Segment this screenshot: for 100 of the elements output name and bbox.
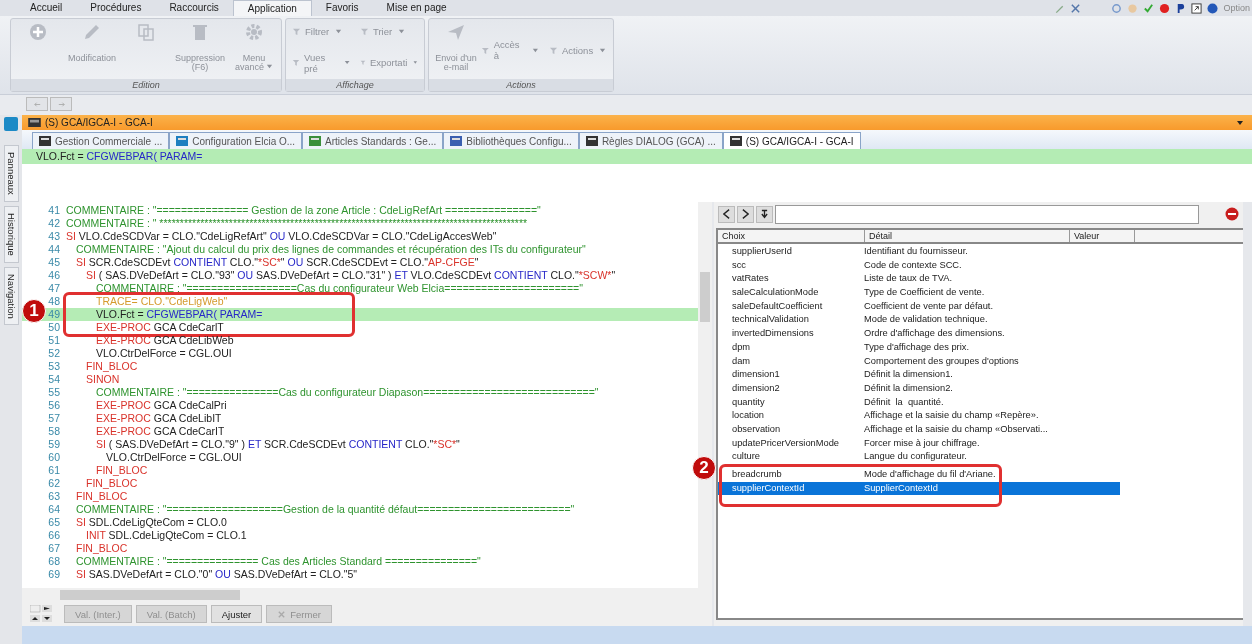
- detail-cell-text: Code de contexte SCC.: [863, 258, 963, 272]
- detail-cell-text: Forcer mise à jour chiffrage.: [863, 436, 981, 450]
- code-line: 47 COMMENTAIRE : "==================Cas du configurateur Web Elcia======================": [47, 282, 584, 295]
- down-arrow-icon: [761, 209, 768, 219]
- search-field[interactable]: [775, 204, 1199, 224]
- caret-icon: [599, 46, 607, 54]
- scrollbar[interactable]: [698, 202, 712, 588]
- choice-row[interactable]: observation Affichage et la saisie du champ «Observati...: [718, 422, 1120, 437]
- document-tab[interactable]: Configuration Elcia O...: [169, 132, 303, 149]
- code-line: 48 TRACE= CLO."CdeLigWeb": [47, 295, 229, 308]
- window-icon: [176, 136, 189, 146]
- window-icon: [450, 136, 463, 146]
- detail-cell-text: Affichage et la saisie du champ «Observati...: [863, 422, 1049, 436]
- ribbon-tab[interactable]: Accueil: [16, 0, 77, 16]
- code-line: 55 COMMENTAIRE : "===============Cas du configurateur Diapason============================": [47, 386, 600, 399]
- detail-cell-text: Mode d'affichage du fil d'Ariane.: [863, 468, 997, 481]
- code-line: 68 COMMENTAIRE : "=============== Cas des Articles Standard ===============": [47, 555, 482, 568]
- window-icon: [585, 136, 598, 146]
- filter-icon: [292, 58, 301, 68]
- choice-row[interactable]: breadcrumb Mode d'affichage du fil d'Ariane.: [718, 468, 1120, 482]
- choice-row[interactable]: supplierContextId SupplierContextId: [718, 481, 1120, 496]
- choice-cell-text: dimension2: [731, 381, 781, 395]
- code-line: 63 FIN_BLOC: [47, 490, 129, 503]
- dropdown-icon[interactable]: [1236, 118, 1244, 127]
- choice-row[interactable]: dam Comportement des groupes d'options: [718, 354, 1120, 369]
- choice-row[interactable]: saleDefaultCoefficient Coefficient de vente par défaut.: [718, 299, 1120, 314]
- choice-row[interactable]: scc Code de contexte SCC.: [718, 258, 1120, 273]
- detail-cell-text: Mode de validation technique.: [863, 313, 989, 327]
- document-tab[interactable]: (S) GCA/IGCA-I - GCA-I: [722, 132, 861, 149]
- side-tab[interactable]: Navigation: [3, 266, 19, 326]
- export-icon[interactable]: [1191, 2, 1203, 14]
- caret-icon: [532, 46, 539, 54]
- column-header[interactable]: Détail: [865, 230, 1070, 242]
- record-icon[interactable]: [1159, 2, 1171, 14]
- step-badge: 1: [22, 299, 46, 323]
- document-tab[interactable]: Gestion Commerciale ...: [32, 132, 170, 149]
- choice-row[interactable]: quantity Définit la quantité.: [718, 395, 1120, 410]
- detail-cell-text: Définit la dimension2.: [863, 381, 954, 395]
- code-line: 61 FIN_BLOC: [47, 464, 149, 477]
- document-tab[interactable]: Règles DIALOG (GCA) ...: [578, 132, 723, 149]
- group-title: Actions: [429, 79, 613, 91]
- detail-cell-text: Type d'affichage des prix.: [863, 340, 970, 354]
- choice-cell-text: scc: [731, 258, 747, 272]
- insert-button[interactable]: [756, 205, 773, 223]
- choice-cell-text: supplierContextId: [731, 481, 806, 495]
- code-line: 46 SI ( SAS.DVeDefArt = CLO."93" OU SAS.DVeDefArt = CLO."31" ) ET VLO.CdeSCDEvt CONTIENT CLO."*SCW*": [47, 269, 617, 282]
- detail-cell-text: Identifiant du fournisseur.: [863, 245, 969, 258]
- code-line: 60 VLO.CtrDelForce = CGL.OUI: [47, 451, 243, 464]
- choice-row[interactable]: location Affichage et la saisie du champ «Repère».: [718, 409, 1120, 423]
- code-line: 59 SI ( SAS.DVeDefArt = CLO."9" ) ET SCR.CdeSCDEvt CONTIENT CLO."*SC*": [47, 438, 461, 451]
- previous-button[interactable]: [718, 205, 735, 223]
- pencil-icon: [82, 22, 102, 42]
- choice-cell-text: breadcrumb: [731, 468, 783, 481]
- document-tab[interactable]: Bibliothèques Configu...: [443, 132, 579, 149]
- ribbon-tab[interactable]: Procédures: [76, 0, 156, 16]
- choice-cell-text: dpm: [731, 340, 752, 354]
- choice-row[interactable]: dimension1 Définit la dimension1.: [718, 368, 1120, 382]
- side-tab[interactable]: Panneaux: [3, 145, 19, 202]
- ribbon-tab[interactable]: Raccourcis: [155, 0, 233, 16]
- side-tab[interactable]: Historique: [3, 205, 19, 263]
- code-line: 65 SI SDL.CdeLigQteCom = CLO.0: [47, 516, 228, 529]
- choice-row[interactable]: technicalValidation Mode de validation technique.: [718, 313, 1120, 328]
- caret-icon: [343, 59, 350, 67]
- close-icon: [277, 609, 287, 619]
- choice-row[interactable]: vatRates Liste de taux de TVA.: [718, 272, 1120, 287]
- code-line: 41 COMMENTAIRE : "=============== Gestion de la zone Article : CdeLigRefArt ===============": [47, 204, 542, 217]
- filter-icon: [481, 45, 490, 55]
- choice-cell-text: dam: [731, 354, 752, 368]
- choice-row[interactable]: dpm Type d'affichage des prix.: [718, 340, 1120, 355]
- tools-icon[interactable]: [1070, 2, 1082, 14]
- code-line: 44 COMMENTAIRE : "Ajout du calcul du prix des lignes de commandes et récupération des ITs du configurateur": [47, 243, 587, 256]
- code-line: 53 FIN_BLOC: [47, 360, 139, 373]
- code-line: 51 EXE-PROC GCA CdeLibWeb: [47, 334, 235, 347]
- detail-cell-text: Ordre d'affichage des dimensions.: [863, 327, 1006, 341]
- choice-row[interactable]: saleCalculationMode Type de Coefficient de vente.: [718, 286, 1120, 300]
- next-button[interactable]: [737, 205, 754, 223]
- choice-row[interactable]: invertedDimensions Ordre d'affichage des dimensions.: [718, 327, 1120, 341]
- navigation-arrows-icon[interactable]: [30, 605, 54, 623]
- formula-bar[interactable]: VLO.Fct = CFGWEBPAR( PARAM=: [22, 149, 1252, 164]
- window-icon: [309, 136, 322, 146]
- caret-icon: [398, 28, 406, 36]
- choice-row[interactable]: dimension2 Définit la dimension2.: [718, 381, 1120, 396]
- action-button[interactable]: Ajuster: [210, 605, 263, 623]
- choice-cell-text: location: [731, 409, 766, 423]
- choice-cell-text: supplierUserId: [731, 245, 793, 258]
- window-title: (S) GCA/IGCA-I - GCA-I: [45, 117, 154, 128]
- code-line: 45 SI SCR.CdeSCDEvt CONTIENT CLO."*SC*" OU SCR.CdeSCDEvt = CLO."AP-CFGE": [47, 256, 480, 269]
- choice-row[interactable]: culture Langue du configurateur.: [718, 450, 1120, 464]
- detail-cell-text: Langue du configurateur.: [863, 450, 968, 464]
- ribbon-tab[interactable]: Favoris: [311, 0, 373, 16]
- document-tab[interactable]: Articles Standards : Ge...: [302, 132, 444, 149]
- choice-row[interactable]: updatePricerVersionMode Forcer mise à jour chiffrage.: [718, 436, 1120, 451]
- code-line: 69 SI SAS.DVeDefArt = CLO."0" OU SAS.DVeDefArt = CLO."5": [47, 568, 359, 581]
- ribbon-tab[interactable]: Mise en page: [372, 0, 461, 16]
- choice-row[interactable]: supplierUserId Identifiant du fournisseur.: [718, 245, 1120, 259]
- check-icon[interactable]: [1143, 2, 1155, 14]
- stop-icon[interactable]: [1225, 207, 1239, 221]
- column-header[interactable]: Valeur: [1070, 230, 1135, 242]
- code-line: 66 INIT SDL.CdeLigQteCom = CLO.1: [47, 529, 248, 542]
- column-header[interactable]: Choix: [718, 230, 865, 242]
